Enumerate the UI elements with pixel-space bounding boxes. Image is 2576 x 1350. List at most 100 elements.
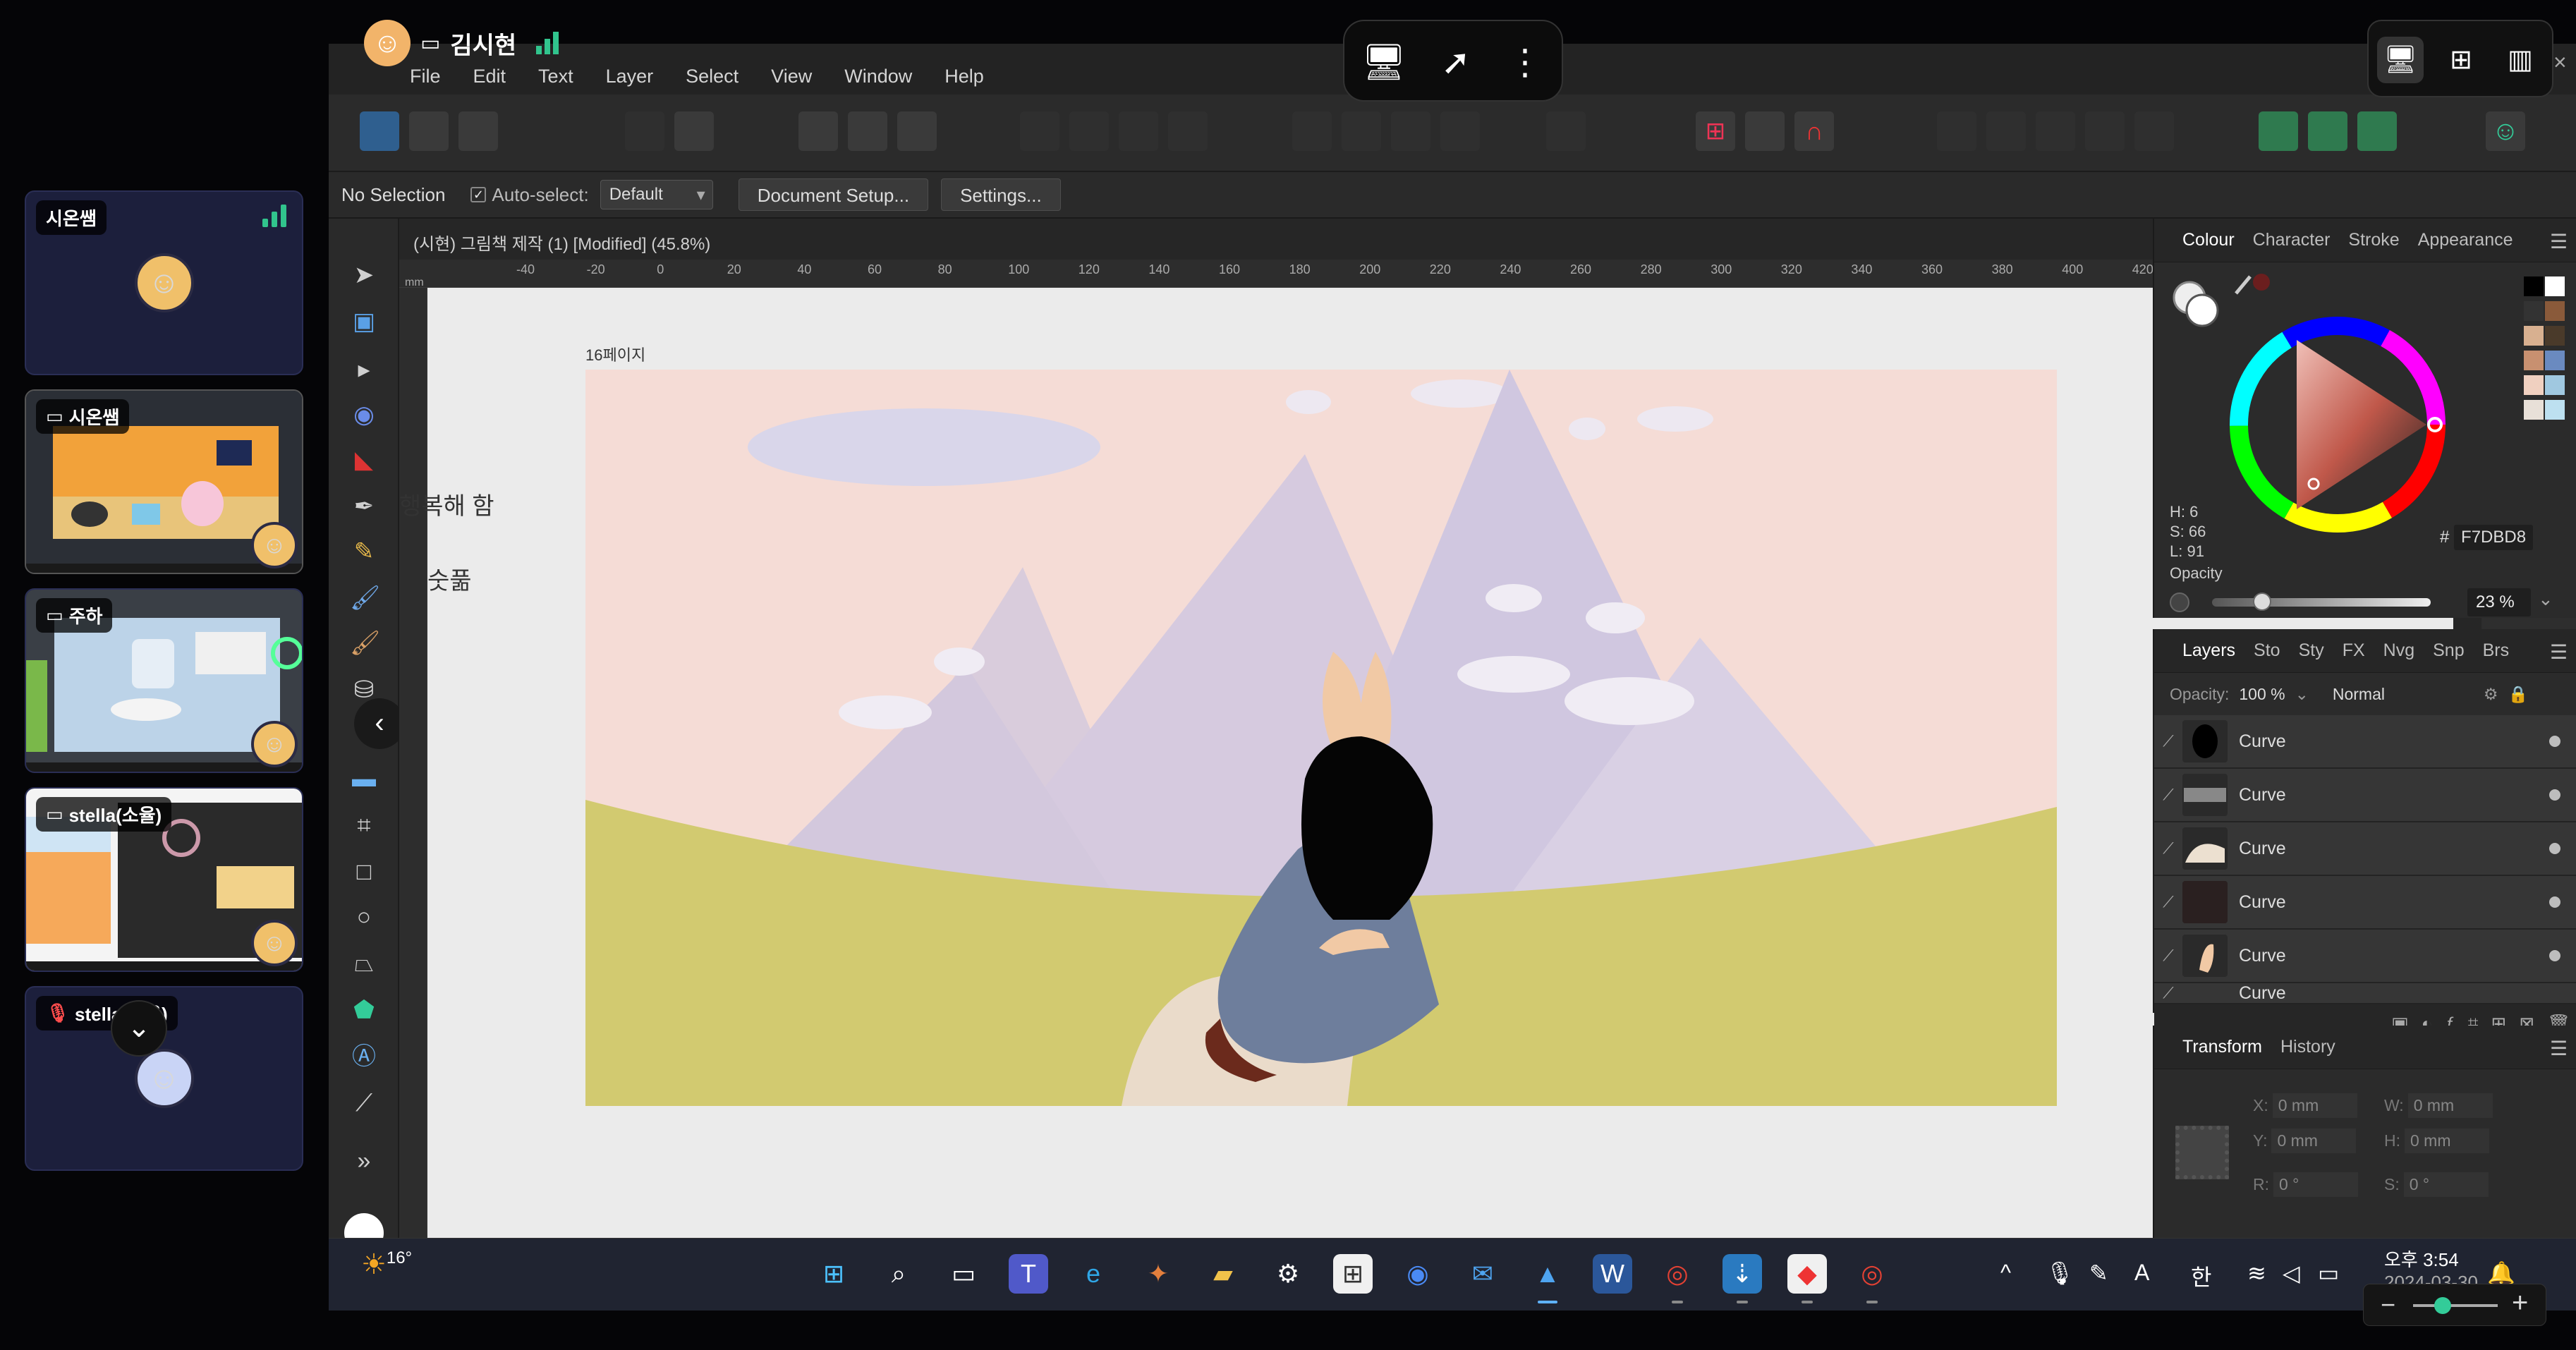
h-field[interactable]: H: 0 mm — [2384, 1129, 2489, 1153]
move-tool-icon[interactable]: ➤ — [350, 261, 378, 289]
menu-select[interactable]: Select — [686, 66, 739, 87]
battery-icon[interactable]: ▭ — [2318, 1260, 2339, 1287]
menu-help[interactable]: Help — [944, 66, 984, 87]
participant-tile[interactable]: ▭ stella(소율) ☺ — [25, 787, 303, 972]
collapse-panel-icon[interactable]: ‹ — [354, 698, 405, 749]
toolbar-button[interactable] — [625, 111, 664, 151]
toolbar-button[interactable] — [1168, 111, 1208, 151]
menu-file[interactable]: File — [410, 66, 441, 87]
show-more-participants-button[interactable]: ⌄ — [111, 1000, 167, 1057]
toolbar-button[interactable] — [1020, 111, 1059, 151]
gear-icon[interactable]: ⚙ — [2484, 685, 2498, 704]
volume-icon[interactable]: ◁ — [2283, 1260, 2300, 1287]
participant-tile[interactable]: ▭ 주하 ☺ — [25, 588, 303, 773]
opacity-slider-knob[interactable] — [2253, 592, 2272, 611]
tab-stroke[interactable]: Stroke — [2348, 230, 2399, 250]
teams-icon[interactable]: T — [1009, 1254, 1048, 1294]
text-tool-icon[interactable]: Ⓐ — [350, 1042, 378, 1071]
blend-mode-dropdown[interactable]: Normal — [2333, 685, 2474, 704]
wifi-icon[interactable]: ≋ — [2247, 1260, 2266, 1287]
rotation-field[interactable]: R: 0 ° — [2253, 1172, 2358, 1197]
y-field[interactable]: Y: 0 mm — [2253, 1129, 2357, 1153]
corner-tool-icon[interactable]: ◉ — [350, 401, 378, 429]
more-options-icon[interactable]: ⋮ — [1504, 41, 1546, 83]
autoselect-checkbox[interactable]: ✓ — [470, 187, 487, 202]
opacity-slider[interactable] — [2212, 592, 2431, 611]
app-icon[interactable]: ⇣ — [1723, 1254, 1762, 1303]
start-icon[interactable]: ⊞ — [814, 1254, 853, 1294]
microphone-icon[interactable]: 🎙 — [2046, 1260, 2074, 1287]
layer-row[interactable]: ⟋ Curve — [2154, 769, 2576, 822]
toolbar-button[interactable] — [1119, 111, 1158, 151]
y-value[interactable]: 0 mm — [2271, 1129, 2357, 1153]
trapezoid-tool-icon[interactable]: ⏢ — [350, 949, 378, 978]
zoom-out-icon[interactable]: − — [2381, 1290, 2395, 1320]
pixel-persona-icon[interactable] — [409, 111, 449, 151]
toolbar-button[interactable] — [1391, 111, 1430, 151]
s-value[interactable]: 0 ° — [2403, 1172, 2489, 1197]
fill-stroke-icon[interactable] — [2168, 276, 2225, 333]
layer-visibility-icon[interactable]: ⟋ — [2154, 947, 2182, 965]
participant-tile[interactable]: 시온쌤 ☺ — [25, 190, 303, 375]
artboard-illustration[interactable] — [585, 370, 2057, 1106]
layer-visibility-icon[interactable]: ⟋ — [2154, 984, 2182, 1002]
magnet-icon[interactable]: ∩ — [1794, 111, 1834, 151]
layer-opacity-value[interactable]: 100 % — [2239, 685, 2285, 704]
w-value[interactable]: 0 mm — [2407, 1093, 2493, 1118]
app-icon[interactable]: ◉ — [1398, 1254, 1438, 1294]
menu-view[interactable]: View — [771, 66, 812, 87]
image-tool-icon[interactable]: ▬ — [350, 765, 378, 793]
x-value[interactable]: 0 mm — [2272, 1093, 2357, 1118]
layer-row[interactable]: ⟋ Curve — [2154, 822, 2576, 876]
toolbar-button[interactable] — [1745, 111, 1785, 151]
weather-widget[interactable]: ☀16° — [361, 1248, 412, 1281]
snap-icon[interactable] — [848, 111, 887, 151]
document-setup-button[interactable]: Document Setup... — [738, 178, 929, 211]
tab-history[interactable]: History — [2280, 1037, 2335, 1057]
zoom-in-icon[interactable]: + — [2512, 1287, 2528, 1319]
node-tool-icon[interactable]: ▸ — [350, 355, 378, 384]
snap-icon[interactable] — [798, 111, 838, 151]
colour-swatch[interactable] — [2545, 400, 2565, 420]
pen-curve-tool-icon[interactable]: ◣ — [350, 446, 378, 474]
grid-view-icon[interactable]: ⊞ — [2438, 37, 2484, 83]
tab-colour[interactable]: Colour — [2182, 230, 2235, 250]
pen-tool-icon[interactable]: ✒ — [350, 492, 378, 521]
monitor-view-icon[interactable]: 🖥 — [2377, 37, 2424, 83]
x-field[interactable]: X: 0 mm — [2253, 1093, 2357, 1118]
gear-icon[interactable] — [674, 111, 714, 151]
ime-indicator[interactable]: 한 — [2191, 1260, 2211, 1292]
participant-tile[interactable]: ▭ 시온쌤 ☺ — [25, 389, 303, 574]
tab-character[interactable]: Character — [2253, 230, 2331, 250]
menu-window[interactable]: Window — [844, 66, 912, 87]
font-icon[interactable]: A — [2134, 1260, 2149, 1286]
zoom-slider[interactable] — [2413, 1297, 2498, 1314]
layer-visible-dot[interactable] — [2549, 736, 2560, 747]
toolbar-button[interactable] — [1937, 111, 1976, 151]
snapping-icon[interactable]: ⊞ — [1696, 111, 1735, 151]
search-icon[interactable]: ⌕ — [879, 1254, 918, 1294]
lock-icon[interactable]: 🔒 — [2508, 685, 2529, 704]
toolbar-button[interactable] — [2036, 111, 2075, 151]
opacity-value[interactable]: 23 % — [2467, 588, 2531, 616]
shear-field[interactable]: S: 0 ° — [2384, 1172, 2489, 1197]
toolbar-button[interactable] — [1986, 111, 2026, 151]
chevron-down-icon[interactable]: ⌄ — [2538, 588, 2553, 610]
layer-visibility-icon[interactable]: ⟋ — [2154, 786, 2182, 804]
colour-wheel[interactable] — [2225, 312, 2450, 537]
file-explorer-icon[interactable]: ▰ — [1203, 1254, 1243, 1294]
chrome-icon[interactable]: ◎ — [1658, 1254, 1697, 1303]
colour-swatch[interactable] — [2545, 326, 2565, 346]
paint-brush-tool-icon[interactable]: 🖌 — [350, 629, 380, 657]
designer-persona-icon[interactable] — [360, 111, 399, 151]
artboard-tool-icon[interactable]: ▣ — [350, 308, 378, 336]
store-icon[interactable]: ⊞ — [1333, 1254, 1373, 1294]
pencil-tool-icon[interactable]: ✎ — [350, 537, 378, 566]
chrome-icon[interactable]: ◎ — [1852, 1254, 1892, 1303]
chevron-down-icon[interactable]: ⌄ — [2295, 685, 2309, 704]
tab-brushes[interactable]: Brs — [2483, 640, 2510, 661]
arrange-icon[interactable] — [2308, 111, 2347, 151]
tab-fx[interactable]: FX — [2343, 640, 2365, 661]
colour-swatch[interactable] — [2524, 276, 2544, 296]
mail-icon[interactable]: ✉ — [1463, 1254, 1502, 1294]
